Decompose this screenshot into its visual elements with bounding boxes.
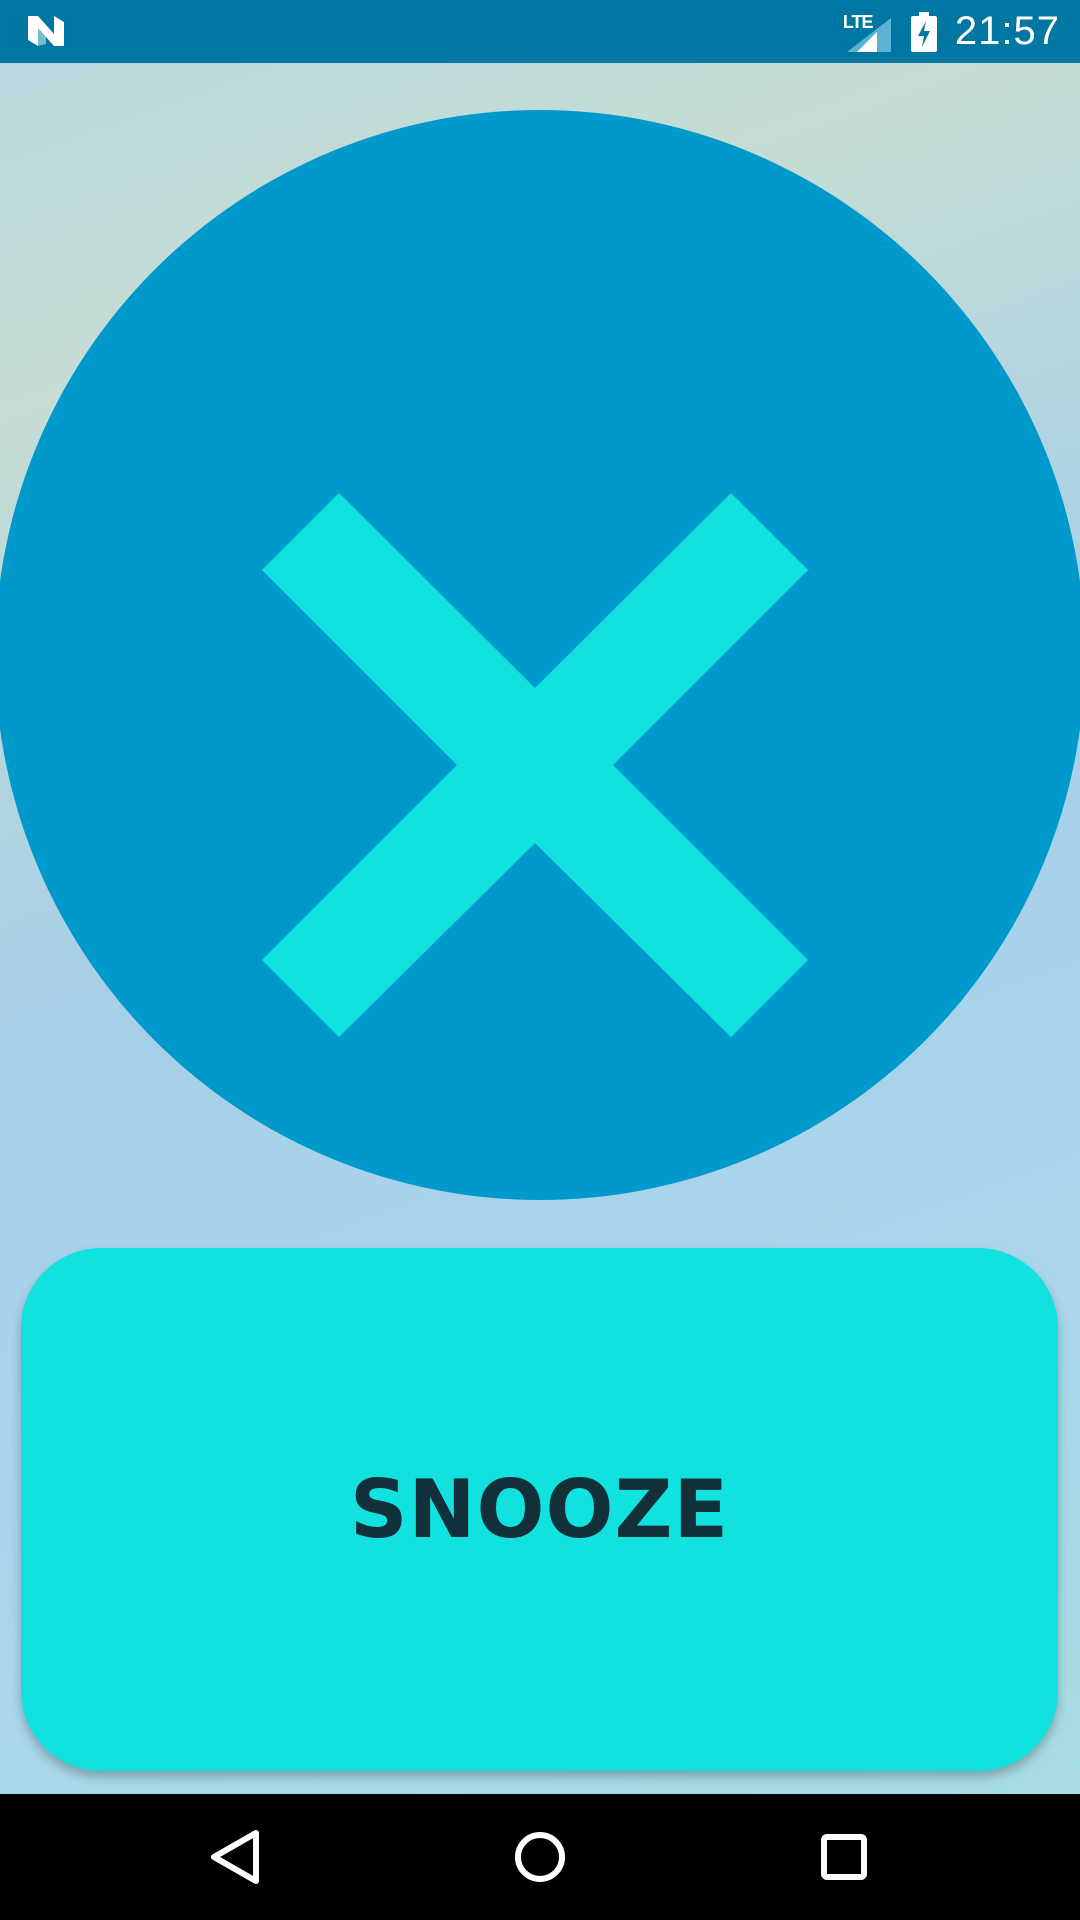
dismiss-alarm-button[interactable] <box>0 110 1080 1200</box>
status-clock: 21:57 <box>954 9 1060 53</box>
recents-square-icon[interactable] <box>812 1825 876 1889</box>
snooze-button[interactable]: SNOOZE <box>21 1248 1058 1771</box>
status-icons: LTE 21:57 <box>843 0 1060 63</box>
alarm-screen: LTE 21:57 SNOOZE <box>0 0 1080 1920</box>
android-n-icon <box>28 16 64 46</box>
home-circle-icon[interactable] <box>508 1825 572 1889</box>
close-icon <box>262 493 808 1037</box>
network-type-label: LTE <box>842 11 874 32</box>
battery-charging-icon <box>910 11 937 52</box>
network-indicator: LTE <box>843 12 891 52</box>
navigation-bar <box>0 1794 1080 1920</box>
back-triangle-icon[interactable] <box>204 1825 268 1889</box>
snooze-label: SNOOZE <box>349 1463 730 1556</box>
status-bar: LTE 21:57 <box>0 0 1080 63</box>
